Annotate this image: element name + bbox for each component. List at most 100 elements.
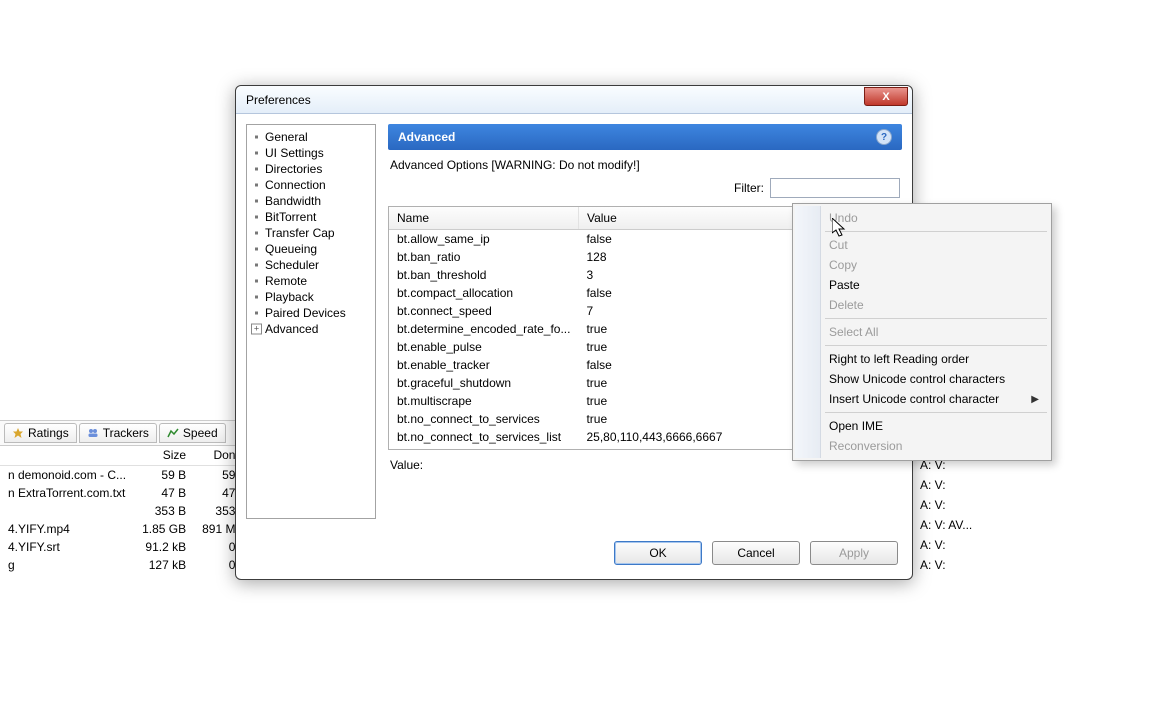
tree-item-queueing[interactable]: Queueing bbox=[247, 241, 375, 257]
ok-button[interactable]: OK bbox=[614, 541, 702, 565]
option-name: bt.multiscrape bbox=[389, 392, 578, 410]
context-menu: Undo Cut Copy Paste Delete Select All Right to… bbox=[792, 203, 1052, 461]
tree-item-connection[interactable]: Connection bbox=[247, 177, 375, 193]
col-name[interactable]: Name bbox=[389, 207, 578, 230]
help-icon[interactable]: ? bbox=[876, 129, 892, 145]
tab-ratings-label: Ratings bbox=[28, 426, 69, 440]
tab-speed[interactable]: Speed bbox=[159, 423, 226, 443]
bg-av-cell: A: V: bbox=[914, 496, 978, 514]
ctx-copy: Copy bbox=[795, 255, 1049, 275]
window-title: Preferences bbox=[246, 93, 864, 107]
option-name: bt.no_connect_to_services_list bbox=[389, 428, 578, 446]
bg-col-size[interactable]: Size bbox=[134, 445, 194, 466]
tab-speed-label: Speed bbox=[183, 426, 218, 440]
ctx-reconversion: Reconversion bbox=[795, 436, 1049, 456]
chevron-right-icon: ▶ bbox=[1031, 394, 1039, 405]
tab-ratings[interactable]: Ratings bbox=[4, 423, 77, 443]
section-header: Advanced ? bbox=[388, 124, 902, 150]
tree-item-bandwidth[interactable]: Bandwidth bbox=[247, 193, 375, 209]
ctx-item-label: Copy bbox=[829, 258, 857, 272]
tree-item-general[interactable]: General bbox=[247, 129, 375, 145]
bg-file-name: n demonoid.com - C... bbox=[0, 466, 134, 485]
ctx-right-to-left-reading-order[interactable]: Right to left Reading order bbox=[795, 349, 1049, 369]
bg-file-name bbox=[0, 502, 134, 520]
cancel-button[interactable]: Cancel bbox=[712, 541, 800, 565]
context-separator bbox=[825, 318, 1047, 319]
option-name: bt.determine_encoded_rate_fo... bbox=[389, 320, 578, 338]
context-separator bbox=[825, 345, 1047, 346]
bg-file-size: 127 kB bbox=[134, 556, 194, 574]
apply-button[interactable]: Apply bbox=[810, 541, 898, 565]
bg-col-name[interactable] bbox=[0, 445, 134, 466]
ctx-select-all: Select All bbox=[795, 322, 1049, 342]
bg-av-col: A: V:A: V:A: V:A: V: AV...A: V:A: V: bbox=[912, 445, 982, 576]
bg-av-cell: A: V: bbox=[914, 536, 978, 554]
option-name: bt.enable_tracker bbox=[389, 356, 578, 374]
tree-item-playback[interactable]: Playback bbox=[247, 289, 375, 305]
ctx-item-label: Show Unicode control characters bbox=[829, 372, 1005, 386]
bg-file-name: 4.YIFY.srt bbox=[0, 538, 134, 556]
bg-file-row[interactable]: 353 B353 bbox=[0, 502, 243, 520]
bg-file-size: 1.85 GB bbox=[134, 520, 194, 538]
bg-file-table: Size Don n demonoid.com - C...59 B59n Ex… bbox=[0, 445, 240, 574]
ctx-item-label: Right to left Reading order bbox=[829, 352, 969, 366]
ctx-undo: Undo bbox=[795, 208, 1049, 228]
ctx-cut: Cut bbox=[795, 235, 1049, 255]
bg-file-row[interactable]: n demonoid.com - C...59 B59 bbox=[0, 466, 243, 485]
ctx-open-ime[interactable]: Open IME bbox=[795, 416, 1049, 436]
tree-item-scheduler[interactable]: Scheduler bbox=[247, 257, 375, 273]
dialog-buttons: OK Cancel Apply bbox=[236, 529, 912, 579]
ctx-item-label: Select All bbox=[829, 325, 878, 339]
ctx-item-label: Cut bbox=[829, 238, 848, 252]
warning-label: Advanced Options [WARNING: Do not modify… bbox=[388, 150, 902, 176]
option-name: bt.graceful_shutdown bbox=[389, 374, 578, 392]
ctx-item-label: Insert Unicode control character bbox=[829, 392, 999, 406]
tree-item-paired-devices[interactable]: Paired Devices bbox=[247, 305, 375, 321]
filter-label: Filter: bbox=[734, 181, 764, 195]
star-icon bbox=[12, 427, 24, 439]
bg-file-row[interactable]: 4.YIFY.srt91.2 kB0 bbox=[0, 538, 243, 556]
context-separator bbox=[825, 231, 1047, 232]
option-name: bt.compact_allocation bbox=[389, 284, 578, 302]
ctx-item-label: Paste bbox=[829, 278, 860, 292]
bg-av-cell: A: V: AV... bbox=[914, 516, 978, 534]
option-name: bt.ban_ratio bbox=[389, 248, 578, 266]
tree-item-bittorrent[interactable]: BitTorrent bbox=[247, 209, 375, 225]
tab-trackers[interactable]: Trackers bbox=[79, 423, 157, 443]
ctx-insert-unicode-control-character[interactable]: Insert Unicode control character ▶ bbox=[795, 389, 1049, 409]
bg-file-name: g bbox=[0, 556, 134, 574]
ctx-item-label: Open IME bbox=[829, 419, 883, 433]
ctx-show-unicode-control-characters[interactable]: Show Unicode control characters bbox=[795, 369, 1049, 389]
category-tree[interactable]: GeneralUI SettingsDirectoriesConnectionB… bbox=[246, 124, 376, 519]
ctx-item-label: Reconversion bbox=[829, 439, 902, 453]
section-title: Advanced bbox=[398, 130, 455, 144]
option-name: bt.allow_same_ip bbox=[389, 230, 578, 249]
bg-file-size: 353 B bbox=[134, 502, 194, 520]
tree-item-ui-settings[interactable]: UI Settings bbox=[247, 145, 375, 161]
option-name: bt.ban_threshold bbox=[389, 266, 578, 284]
close-button[interactable]: X bbox=[864, 87, 908, 106]
filter-input[interactable] bbox=[770, 178, 900, 198]
titlebar[interactable]: Preferences X bbox=[236, 86, 912, 114]
bg-av-cell: A: V: bbox=[914, 556, 978, 574]
ctx-paste[interactable]: Paste bbox=[795, 275, 1049, 295]
ctx-item-label: Undo bbox=[829, 211, 858, 225]
tab-trackers-label: Trackers bbox=[103, 426, 149, 440]
bg-file-size: 47 B bbox=[134, 484, 194, 502]
tree-item-directories[interactable]: Directories bbox=[247, 161, 375, 177]
option-name: bt.connect_speed bbox=[389, 302, 578, 320]
tree-item-remote[interactable]: Remote bbox=[247, 273, 375, 289]
option-name: bt.no_connect_to_services bbox=[389, 410, 578, 428]
bg-av-cell: A: V: bbox=[914, 476, 978, 494]
ctx-delete: Delete bbox=[795, 295, 1049, 315]
bg-file-name: n ExtraTorrent.com.txt bbox=[0, 484, 134, 502]
bg-file-row[interactable]: 4.YIFY.mp41.85 GB891 M bbox=[0, 520, 243, 538]
tree-item-advanced[interactable]: Advanced bbox=[247, 321, 375, 337]
tree-item-transfer-cap[interactable]: Transfer Cap bbox=[247, 225, 375, 241]
option-name: bt.enable_pulse bbox=[389, 338, 578, 356]
bg-file-row[interactable]: g127 kB0 bbox=[0, 556, 243, 574]
bg-file-size: 91.2 kB bbox=[134, 538, 194, 556]
bg-file-row[interactable]: n ExtraTorrent.com.txt47 B47 bbox=[0, 484, 243, 502]
close-icon: X bbox=[882, 91, 889, 103]
ctx-item-label: Delete bbox=[829, 298, 864, 312]
